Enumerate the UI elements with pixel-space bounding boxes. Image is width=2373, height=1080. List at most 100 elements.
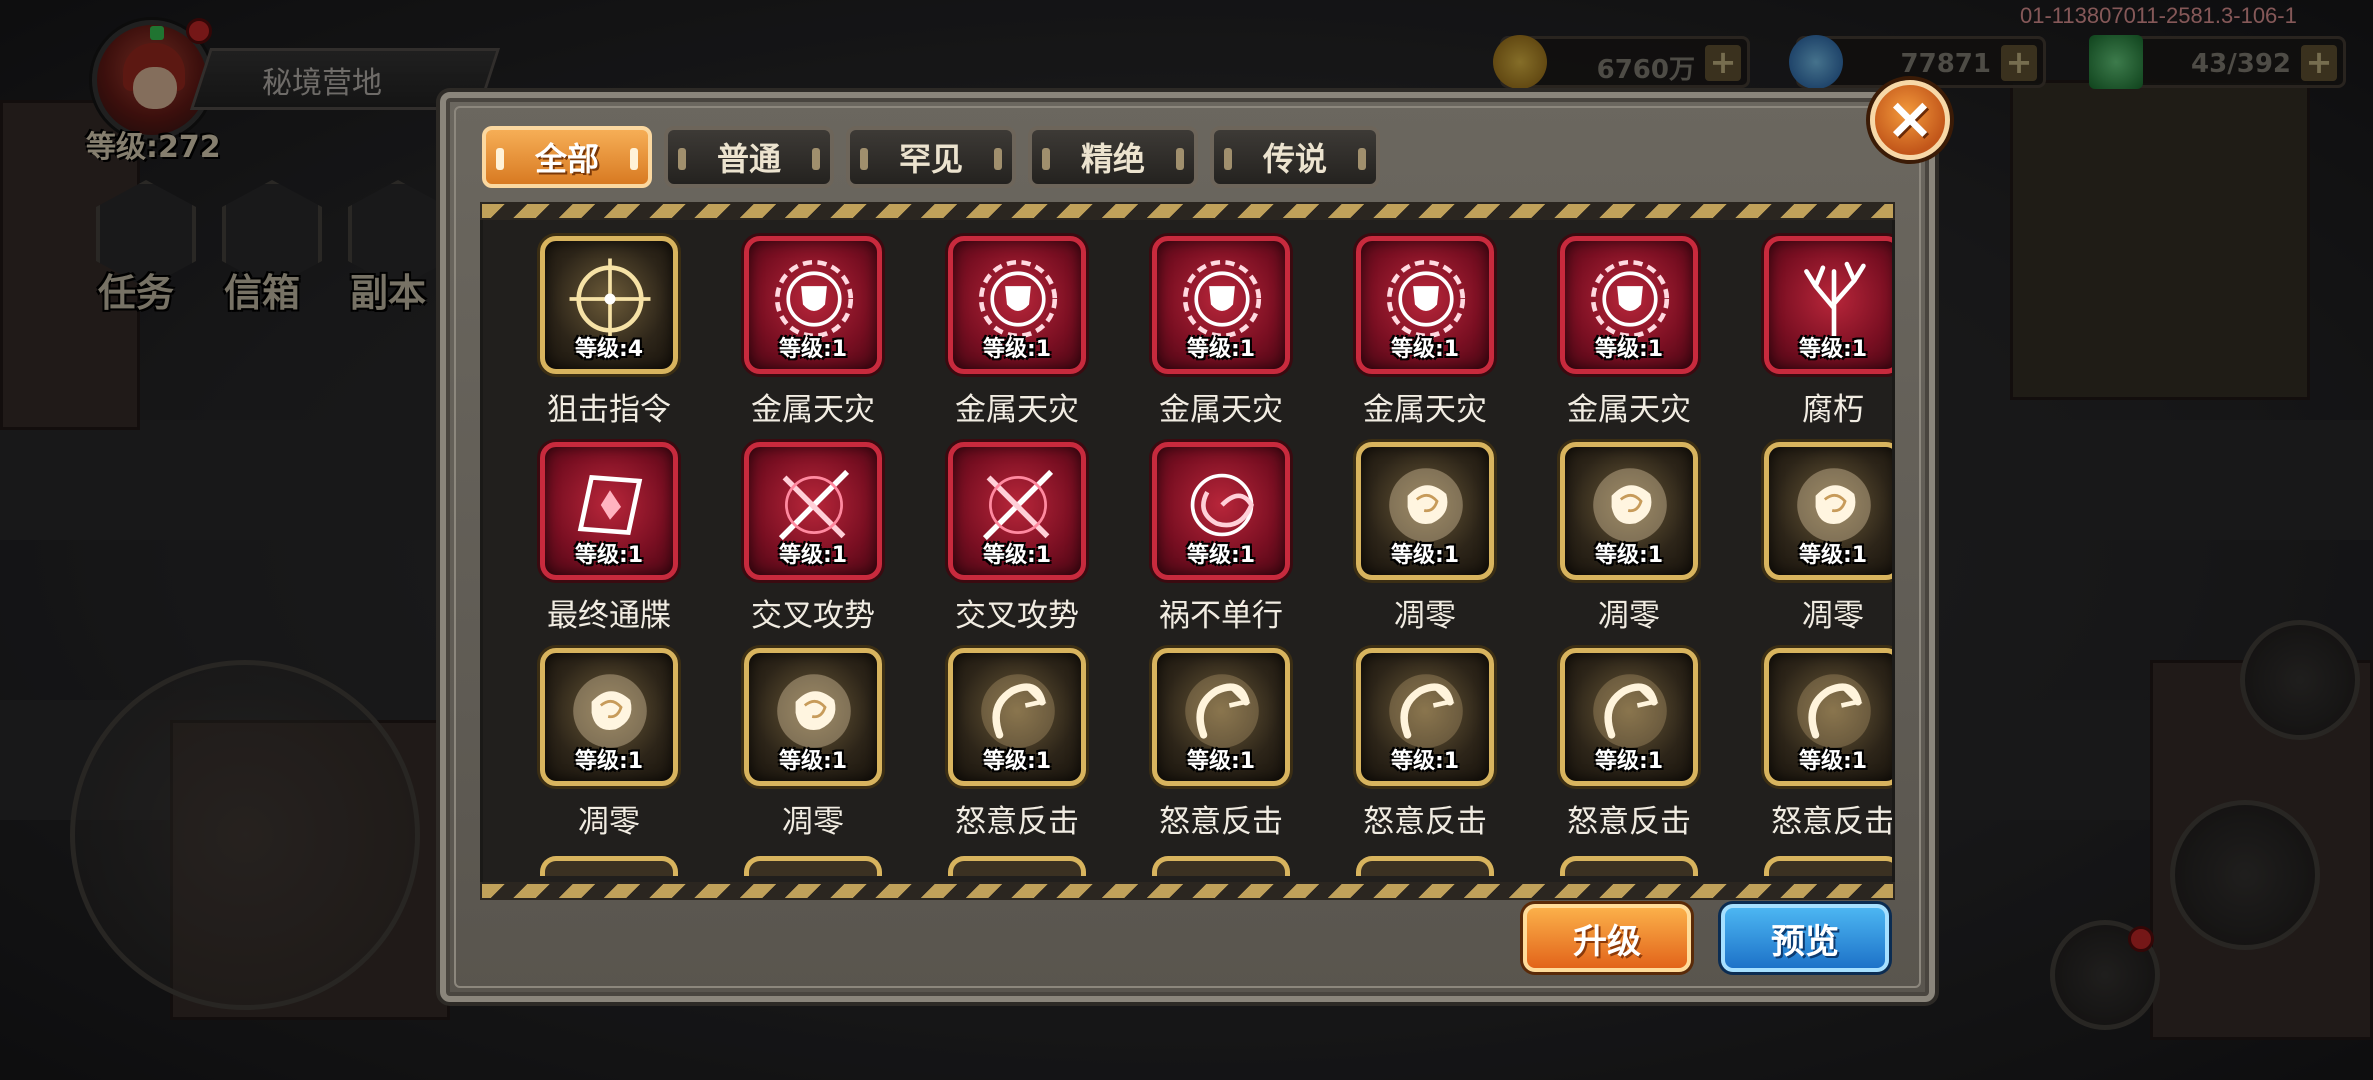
skill-item[interactable]: 等级:1 腐朽 [1731,236,1892,442]
skill-item[interactable]: 等级:1 怒意反击 [1119,648,1323,854]
skill-name: 金属天灾 [1363,392,1487,428]
skill-item-partial[interactable] [1764,856,1892,876]
skill-item[interactable]: 等级:1 金属天灾 [915,236,1119,442]
skill-icon-frame[interactable]: 等级:1 [1152,236,1290,374]
skill-item-partial[interactable] [1560,856,1698,876]
skill-item[interactable]: 等级:1 凋零 [1527,442,1731,648]
skill-item-partial[interactable] [1356,856,1494,876]
skill-level: 等级:1 [574,749,644,774]
skill-item[interactable]: 等级:4 狙击指令 [507,236,711,442]
skill-level: 等级:1 [1390,749,1460,774]
skill-item[interactable]: 等级:1 交叉攻势 [711,442,915,648]
skill-level: 等级:1 [1594,543,1664,568]
skill-icon-frame[interactable]: 等级:1 [1560,648,1698,786]
tab-legendary[interactable]: 传说 [1210,126,1380,188]
skill-item[interactable]: 等级:1 怒意反击 [1323,648,1527,854]
skill-level: 等级:1 [1798,337,1868,362]
skill-level: 等级:1 [1594,337,1664,362]
skill-item[interactable]: 等级:1 怒意反击 [1527,648,1731,854]
skill-icon-frame[interactable]: 等级:1 [744,648,882,786]
skill-name: 最终通牒 [547,598,671,634]
hazard-stripe-divider [480,202,1895,220]
rarity-tabs: 全部 普通 罕见 精绝 传说 [482,126,1380,188]
skill-level: 等级:1 [1186,543,1256,568]
skill-level: 等级:1 [778,543,848,568]
skill-name: 凋零 [1394,598,1456,634]
skill-level: 等级:1 [1798,749,1868,774]
skill-item-partial[interactable] [744,856,882,876]
skill-name: 交叉攻势 [955,598,1079,634]
skill-name: 腐朽 [1802,392,1864,428]
skill-item[interactable]: 等级:1 凋零 [1323,442,1527,648]
skill-level: 等级:1 [1186,749,1256,774]
skill-icon-frame[interactable]: 等级:1 [744,442,882,580]
skill-item[interactable]: 等级:1 怒意反击 [915,648,1119,854]
skill-level: 等级:1 [1798,543,1868,568]
skill-name: 交叉攻势 [751,598,875,634]
skill-icon-frame[interactable]: 等级:1 [1560,236,1698,374]
skill-item[interactable]: 等级:1 凋零 [711,648,915,854]
tab-rare[interactable]: 罕见 [846,126,1016,188]
skill-icon-frame[interactable]: 等级:1 [1560,442,1698,580]
tab-epic[interactable]: 精绝 [1028,126,1198,188]
skill-icon-frame[interactable]: 等级:1 [948,236,1086,374]
skill-icon-frame[interactable]: 等级:1 [1764,648,1892,786]
skill-name: 金属天灾 [1567,392,1691,428]
skill-item[interactable]: 等级:1 凋零 [1731,442,1892,648]
skill-icon-frame[interactable]: 等级:1 [948,442,1086,580]
skill-item[interactable]: 等级:1 交叉攻势 [915,442,1119,648]
skill-level: 等级:1 [778,749,848,774]
skill-grid: 等级:4 狙击指令 等级:1 金属天灾 等级:1 金属天灾 等级:1 金属天灾 等级:1 金属天灾… [507,236,1895,854]
skill-item[interactable]: 等级:1 金属天灾 [1323,236,1527,442]
skill-icon-frame[interactable]: 等级:1 [1152,648,1290,786]
upgrade-button[interactable]: 升级 [1523,904,1691,972]
skill-level: 等级:1 [1186,337,1256,362]
game-screen: 秘境营地 等级:272 任务 信箱 副本 01-113807011-2581.3… [0,0,2373,1080]
skill-icon-frame[interactable]: 等级:1 [540,648,678,786]
skill-name: 怒意反击 [1363,804,1487,840]
skill-grid-panel[interactable]: 等级:4 狙击指令 等级:1 金属天灾 等级:1 金属天灾 等级:1 金属天灾 等级:1 金属天灾… [480,220,1895,882]
skill-item[interactable]: 等级:1 怒意反击 [1731,648,1895,854]
tab-all[interactable]: 全部 [482,126,652,188]
skill-name: 怒意反击 [955,804,1079,840]
skill-level: 等级:1 [574,543,644,568]
skill-icon-frame[interactable]: 等级:1 [1152,442,1290,580]
skill-level: 等级:1 [1390,543,1460,568]
close-button[interactable]: × [1870,80,1950,160]
skill-icon-frame[interactable]: 等级:1 [744,236,882,374]
skill-item[interactable]: 等级:1 金属天灾 [1527,236,1731,442]
skill-item[interactable]: 等级:1 最终通牒 [507,442,711,648]
skill-icon-frame[interactable]: 等级:1 [1356,648,1494,786]
skill-icon-frame[interactable]: 等级:1 [1764,236,1892,374]
skill-item[interactable]: 等级:1 金属天灾 [1119,236,1323,442]
skill-level: 等级:1 [1594,749,1664,774]
skill-icon-frame[interactable]: 等级:1 [540,442,678,580]
skill-name: 凋零 [1802,598,1864,634]
skill-list-modal: 全部 普通 罕见 精绝 传说 等级:4 狙击指令 等级:1 金属天灾 等级:1 金属天灾等… [440,92,1935,1002]
skill-name: 狙击指令 [547,392,671,428]
skill-name: 凋零 [578,804,640,840]
skill-item[interactable]: 等级:1 祸不单行 [1119,442,1323,648]
skill-name: 凋零 [1598,598,1660,634]
skill-level: 等级:4 [574,337,644,362]
skill-icon-frame[interactable]: 等级:1 [1764,442,1892,580]
skill-level: 等级:1 [1390,337,1460,362]
skill-item-partial[interactable] [1152,856,1290,876]
skill-name: 怒意反击 [1159,804,1283,840]
skill-name: 凋零 [782,804,844,840]
preview-button[interactable]: 预览 [1721,904,1889,972]
skill-item[interactable]: 等级:1 凋零 [507,648,711,854]
skill-icon-frame[interactable]: 等级:1 [1356,442,1494,580]
skill-name: 怒意反击 [1771,804,1895,840]
skill-level: 等级:1 [982,543,1052,568]
skill-icon-frame[interactable]: 等级:1 [948,648,1086,786]
hazard-stripe-divider [480,882,1895,900]
skill-item-partial[interactable] [948,856,1086,876]
tab-common[interactable]: 普通 [664,126,834,188]
skill-item[interactable]: 等级:1 金属天灾 [711,236,915,442]
skill-level: 等级:1 [982,337,1052,362]
skill-level: 等级:1 [982,749,1052,774]
skill-item-partial[interactable] [540,856,678,876]
skill-icon-frame[interactable]: 等级:4 [540,236,678,374]
skill-icon-frame[interactable]: 等级:1 [1356,236,1494,374]
